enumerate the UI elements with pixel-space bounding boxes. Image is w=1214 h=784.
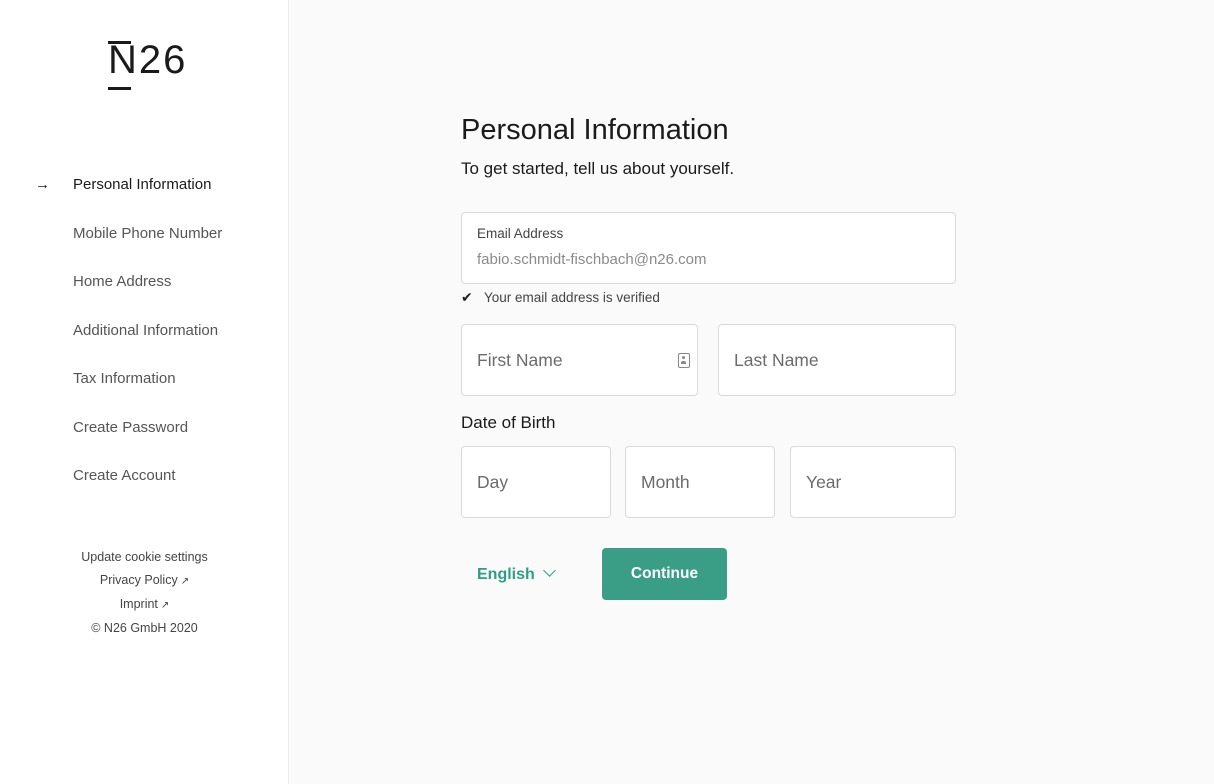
external-link-icon: ↗ [160, 600, 170, 611]
step-label: Create Account [73, 467, 176, 484]
year-placeholder: Year [806, 472, 842, 492]
page-subtitle: To get started, tell us about yourself. [461, 159, 735, 178]
last-name-field[interactable]: Last Name [718, 324, 956, 396]
step-home-address[interactable]: Home Address [0, 269, 289, 318]
check-icon: ✔ [461, 289, 473, 305]
step-list: → Personal Information Mobile Phone Numb… [0, 172, 289, 512]
last-name-placeholder: Last Name [734, 350, 819, 370]
language-label: English [477, 566, 535, 583]
day-field[interactable]: Day [461, 446, 611, 518]
email-label: Email Address [477, 226, 564, 241]
arrow-right-icon: → [35, 176, 50, 193]
cookie-settings-link[interactable]: Update cookie settings [81, 546, 207, 569]
imprint-label: Imprint [119, 597, 158, 611]
year-field[interactable]: Year [790, 446, 956, 518]
privacy-policy-label: Privacy Policy [99, 573, 178, 587]
step-label: Tax Information [73, 370, 176, 387]
date-of-birth-label: Date of Birth [461, 413, 556, 432]
n26-logo[interactable]: N26 [108, 38, 187, 90]
step-create-password[interactable]: Create Password [0, 415, 289, 464]
month-placeholder: Month [641, 472, 690, 492]
external-link-icon: ↗ [180, 576, 190, 587]
contact-card-icon[interactable] [678, 353, 690, 368]
step-label: Mobile Phone Number [73, 224, 223, 242]
sidebar: N26 → Personal Information Mobile Phone … [0, 0, 289, 784]
day-placeholder: Day [477, 472, 509, 492]
email-field[interactable]: Email Address fabio.schmidt-fischbach@n2… [461, 212, 956, 284]
email-verified-notice: ✔ Your email address is verified [461, 289, 660, 306]
month-field[interactable]: Month [625, 446, 775, 518]
step-personal-information[interactable]: → Personal Information [0, 172, 289, 221]
step-label: Additional Information [73, 321, 219, 339]
copyright: © N26 GmbH 2020 [91, 621, 198, 635]
footer-links: Update cookie settings Privacy Policy ↗ I… [0, 546, 289, 640]
page-title: Personal Information [461, 114, 729, 146]
step-tax-information[interactable]: Tax Information [0, 366, 289, 415]
chevron-down-icon [542, 564, 556, 577]
first-name-field[interactable]: First Name [461, 324, 698, 396]
language-selector[interactable]: English [477, 564, 556, 584]
step-label: Create Password [73, 418, 189, 436]
step-additional-information[interactable]: Additional Information [0, 318, 289, 367]
step-label: Home Address [73, 273, 172, 290]
step-create-account[interactable]: Create Account [0, 463, 289, 512]
step-label: Personal Information [73, 176, 212, 193]
first-name-placeholder: First Name [477, 350, 563, 370]
email-value: fabio.schmidt-fischbach@n26.com [477, 251, 707, 268]
verified-text: Your email address is verified [484, 290, 660, 305]
continue-button[interactable]: Continue [602, 548, 727, 600]
imprint-link[interactable]: Imprint ↗ [120, 593, 170, 617]
logo-letter-n: N [108, 38, 139, 90]
step-mobile-phone-number[interactable]: Mobile Phone Number [0, 221, 289, 270]
privacy-policy-link[interactable]: Privacy Policy ↗ [100, 569, 189, 593]
